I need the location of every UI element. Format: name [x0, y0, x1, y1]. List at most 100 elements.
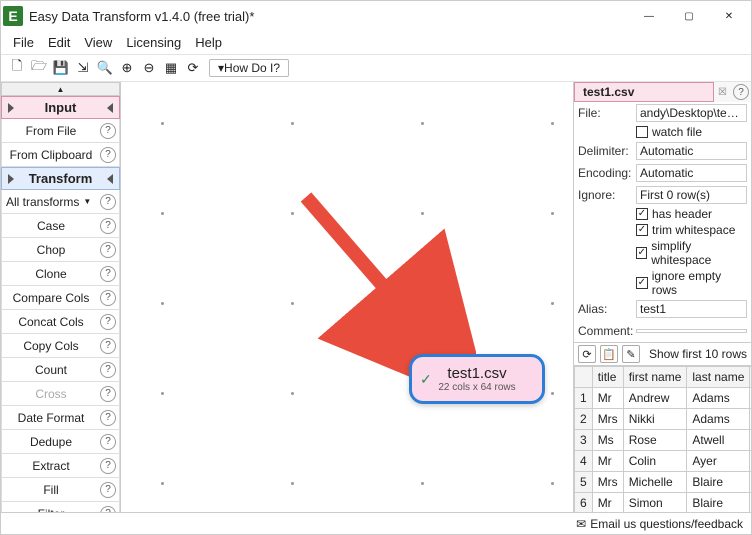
transform-item[interactable]: Dedupe?: [1, 430, 120, 454]
option-checkbox[interactable]: ✓: [636, 208, 648, 220]
help-icon[interactable]: ?: [100, 123, 116, 139]
transform-item[interactable]: Compare Cols?: [1, 286, 120, 310]
table-row[interactable]: 4MrColinAyer: [575, 451, 752, 472]
option-row: ✓trim whitespace: [574, 222, 751, 238]
close-button[interactable]: ✕: [709, 1, 749, 31]
encoding-field[interactable]: Automatic: [636, 164, 747, 182]
column-header[interactable]: last name: [687, 367, 750, 388]
help-icon[interactable]: ?: [100, 386, 116, 402]
file-label: File:: [578, 106, 636, 120]
menu-edit[interactable]: Edit: [42, 33, 76, 52]
refresh-icon[interactable]: ⟳: [183, 58, 203, 78]
option-checkbox[interactable]: ✓: [636, 247, 647, 259]
row-number: 6: [575, 493, 593, 513]
maximize-button[interactable]: ▢: [669, 1, 709, 31]
transform-item-label: Date Format: [2, 411, 100, 425]
menu-file[interactable]: File: [7, 33, 40, 52]
properties-tab[interactable]: test1.csv: [574, 82, 714, 102]
collapse-icon[interactable]: [8, 103, 14, 113]
collapse-icon[interactable]: [107, 103, 113, 113]
cell: [750, 451, 751, 472]
help-icon[interactable]: ?: [100, 242, 116, 258]
comment-field[interactable]: [636, 329, 747, 333]
transform-filter-combo[interactable]: All transforms▼ ?: [1, 190, 120, 214]
transform-item[interactable]: Chop?: [1, 238, 120, 262]
ignore-field[interactable]: First 0 row(s): [636, 186, 747, 204]
help-icon[interactable]: ?: [100, 314, 116, 330]
table-row[interactable]: 2MrsNikkiAdams: [575, 409, 752, 430]
help-icon[interactable]: ?: [100, 338, 116, 354]
collapse-icon[interactable]: [8, 174, 14, 184]
transform-item[interactable]: Date Format?: [1, 406, 120, 430]
cell: Blaire: [687, 472, 750, 493]
table-row[interactable]: 1MrAndrewAdams: [575, 388, 752, 409]
watch-file-checkbox[interactable]: [636, 126, 648, 138]
transform-item[interactable]: Concat Cols?: [1, 310, 120, 334]
mail-icon[interactable]: ✉: [576, 517, 586, 531]
option-row: ✓ignore empty rows: [574, 268, 751, 298]
grid-icon[interactable]: ▦: [161, 58, 181, 78]
column-header[interactable]: first name: [623, 367, 687, 388]
minimize-button[interactable]: —: [629, 1, 669, 31]
transform-item[interactable]: Count?: [1, 358, 120, 382]
transform-item-label: Clone: [2, 267, 100, 281]
alias-field[interactable]: test1: [636, 300, 747, 318]
table-row[interactable]: 3MsRoseAtwell: [575, 430, 752, 451]
new-icon[interactable]: 🗋: [7, 58, 27, 78]
table-row[interactable]: 5MrsMichelleBlaire: [575, 472, 752, 493]
open-icon[interactable]: 🗁: [29, 58, 49, 78]
transform-item[interactable]: Copy Cols?: [1, 334, 120, 358]
data-preview-table[interactable]: titlefirst namelast namesuff1MrAndrewAda…: [574, 366, 751, 512]
save-icon[interactable]: 💾: [51, 58, 71, 78]
transform-item[interactable]: Filter?: [1, 502, 120, 512]
tab-close-icon[interactable]: ☒: [714, 87, 731, 98]
data-node[interactable]: ✓ test1.csv 22 cols x 64 rows: [409, 354, 545, 404]
collapse-icon[interactable]: [107, 174, 113, 184]
help-icon[interactable]: ?: [100, 218, 116, 234]
zoom-in-icon[interactable]: ⊕: [117, 58, 137, 78]
transform-item[interactable]: Cross?: [1, 382, 120, 406]
cell: Mr: [592, 493, 623, 513]
column-header[interactable]: suff: [750, 367, 751, 388]
left-scroll-up[interactable]: ▲: [1, 82, 120, 96]
delimiter-field[interactable]: Automatic: [636, 142, 747, 160]
help-icon[interactable]: ?: [100, 434, 116, 450]
help-icon[interactable]: ?: [100, 290, 116, 306]
zoom-tool-icon[interactable]: 🔍: [95, 58, 115, 78]
transform-item[interactable]: Clone?: [1, 262, 120, 286]
input-item[interactable]: From Clipboard?: [1, 143, 120, 167]
how-do-i-button[interactable]: ▾How Do I?: [209, 59, 289, 77]
transform-item-label: Count: [2, 363, 100, 377]
help-icon[interactable]: ?: [733, 84, 749, 100]
transform-item-label: Compare Cols: [2, 291, 100, 305]
transform-item[interactable]: Case?: [1, 214, 120, 238]
help-icon[interactable]: ?: [100, 410, 116, 426]
option-checkbox[interactable]: ✓: [636, 224, 648, 236]
edit-icon[interactable]: ✎: [622, 345, 640, 363]
help-icon[interactable]: ?: [100, 266, 116, 282]
transform-item[interactable]: Extract?: [1, 454, 120, 478]
transform-item[interactable]: Fill?: [1, 478, 120, 502]
menu-view[interactable]: View: [78, 33, 118, 52]
canvas[interactable]: ✓ test1.csv 22 cols x 64 rows: [121, 82, 573, 512]
menu-help[interactable]: Help: [189, 33, 228, 52]
cell: Atwell: [687, 430, 750, 451]
option-checkbox[interactable]: ✓: [636, 277, 648, 289]
export-icon[interactable]: ⇲: [73, 58, 93, 78]
column-header[interactable]: title: [592, 367, 623, 388]
input-item[interactable]: From File?: [1, 119, 120, 143]
zoom-out-icon[interactable]: ⊖: [139, 58, 159, 78]
refresh-icon[interactable]: ⟳: [578, 345, 596, 363]
clipboard-icon[interactable]: 📋: [600, 345, 618, 363]
help-icon[interactable]: ?: [100, 458, 116, 474]
menu-licensing[interactable]: Licensing: [120, 33, 187, 52]
help-icon[interactable]: ?: [100, 482, 116, 498]
file-field[interactable]: andy\Desktop\test1.csv: [636, 104, 747, 122]
cell: Mrs: [592, 409, 623, 430]
table-row[interactable]: 6MrSimonBlaire: [575, 493, 752, 513]
show-first-rows[interactable]: Show first 10 rows: [649, 347, 747, 361]
help-icon[interactable]: ?: [100, 147, 116, 163]
help-icon[interactable]: ?: [100, 194, 116, 210]
help-icon[interactable]: ?: [100, 362, 116, 378]
feedback-link[interactable]: Email us questions/feedback: [590, 517, 743, 531]
